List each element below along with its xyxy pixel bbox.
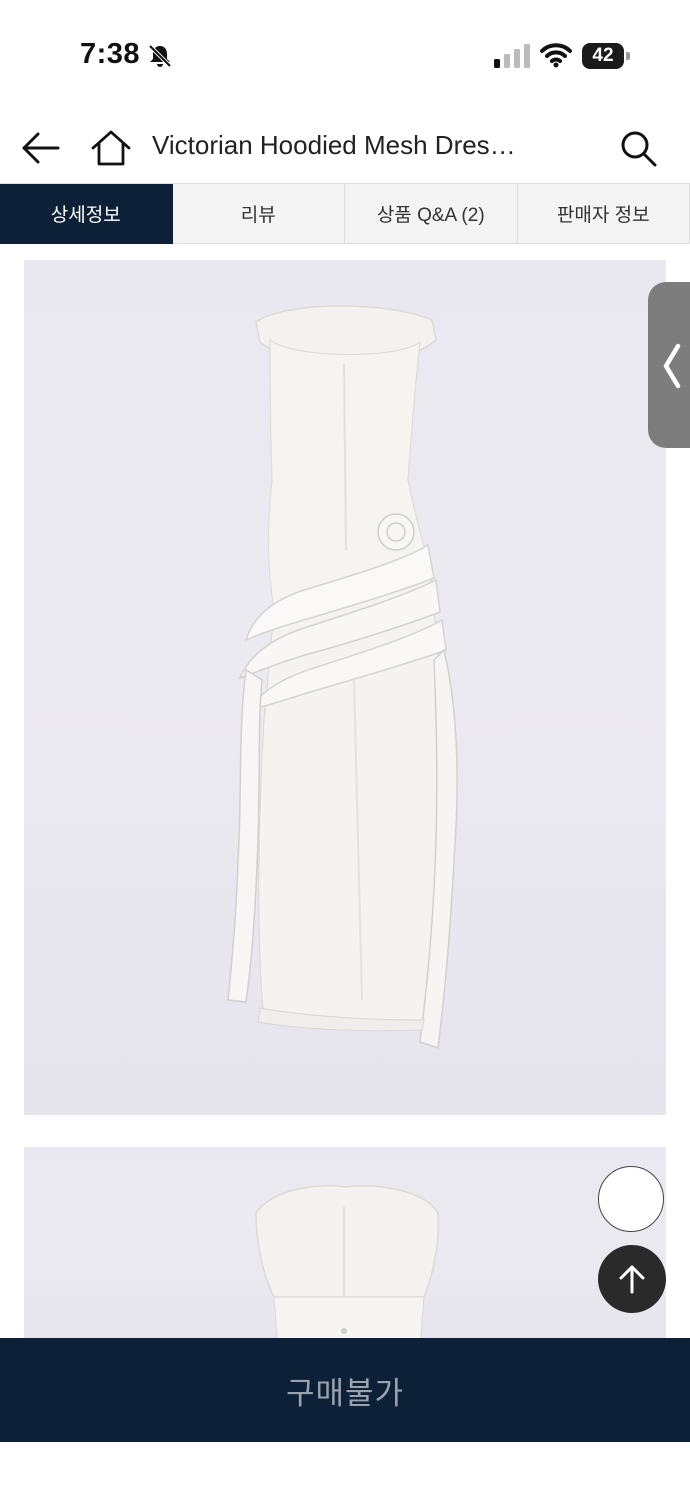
purchase-button-label: 구매불가 xyxy=(285,1375,405,1411)
tab-detail-info[interactable]: 상세정보 xyxy=(0,184,173,244)
battery-icon: 42 xyxy=(582,43,630,69)
side-panel-toggle[interactable] xyxy=(648,282,690,448)
tab-seller-info[interactable]: 판매자 정보 xyxy=(517,184,690,244)
dress-illustration xyxy=(227,305,458,1050)
status-time: 7:38 xyxy=(80,38,141,70)
product-image-dress-full xyxy=(24,260,666,1115)
chevron-left-icon xyxy=(663,343,681,389)
home-icon[interactable] xyxy=(90,128,132,168)
arrow-left-icon[interactable] xyxy=(20,130,62,166)
arrow-up-icon xyxy=(619,1265,645,1294)
product-image-dress-hood xyxy=(24,1147,666,1347)
product-tabs: 상세정보 리뷰 상품 Q&A (2) 판매자 정보 xyxy=(0,183,690,244)
purchase-unavailable-button[interactable]: 구매불가 xyxy=(0,1338,690,1442)
hood-illustration xyxy=(255,1184,440,1347)
page-title: Victorian Hoodied Mesh Dres… xyxy=(152,130,516,160)
search-icon[interactable] xyxy=(618,128,658,168)
tab-product-qna[interactable]: 상품 Q&A (2) xyxy=(345,184,518,244)
top-nav-bar: Victorian Hoodied Mesh Dres… xyxy=(0,110,690,182)
bell-slash-icon xyxy=(148,44,172,68)
floating-circle-button[interactable] xyxy=(598,1166,664,1232)
scroll-to-top-button[interactable] xyxy=(598,1245,666,1313)
cellular-signal-icon xyxy=(494,44,530,68)
wifi-icon xyxy=(540,43,572,68)
status-bar: 7:38 42 xyxy=(0,0,690,110)
tab-reviews[interactable]: 리뷰 xyxy=(172,184,345,244)
battery-level: 42 xyxy=(582,43,624,69)
